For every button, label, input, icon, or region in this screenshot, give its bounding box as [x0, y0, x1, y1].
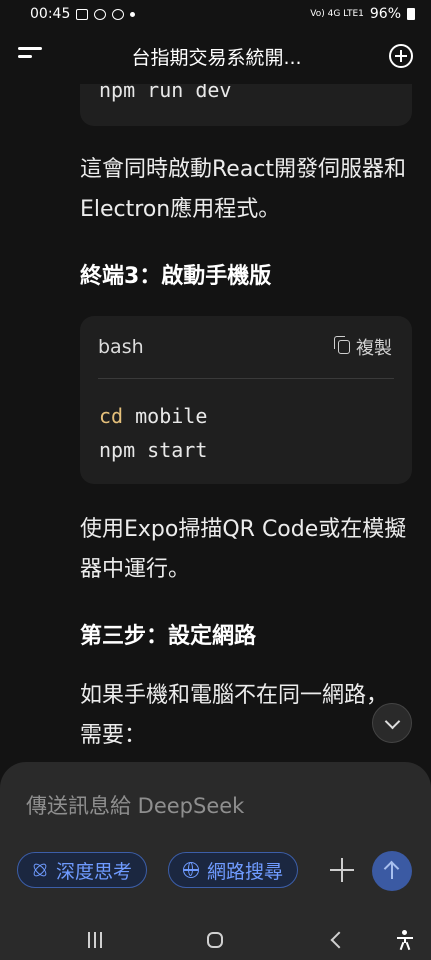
code-language: bash: [98, 336, 144, 358]
recent-apps-icon[interactable]: [86, 928, 104, 952]
section-heading: 第三步：設定網路: [80, 624, 257, 649]
message-input[interactable]: 傳送訊息給 DeepSeek: [26, 790, 244, 820]
battery-percent: 96%: [369, 6, 401, 22]
more-notifications-icon: [130, 11, 136, 17]
web-search-label: 網路搜尋: [207, 860, 284, 883]
attach-plus-icon[interactable]: [330, 858, 354, 882]
back-icon: [330, 931, 348, 949]
app-header: 台指期交易系統開...: [0, 28, 431, 84]
code-line: npm start: [99, 438, 208, 462]
back-button[interactable]: [330, 928, 348, 952]
send-button[interactable]: [372, 851, 412, 891]
code-block-bash: bash 複製 cd mobile npm start: [80, 316, 412, 484]
home-icon: [207, 932, 223, 948]
chevron-down-icon: [384, 713, 400, 729]
accessibility-button[interactable]: [396, 928, 414, 952]
code-argument: mobile: [123, 404, 208, 428]
status-time: 00:45: [30, 6, 71, 22]
deep-think-label: 深度思考: [56, 860, 133, 883]
copy-label: 複製: [356, 338, 392, 359]
web-search-toggle[interactable]: 網路搜尋: [168, 852, 299, 888]
paragraph: 使用Expo掃描QR Code或在模擬器中運行。: [80, 517, 407, 582]
arrow-up-icon: [391, 863, 393, 879]
network-indicator: Vo) 4G LTE1: [310, 8, 364, 19]
status-left: 00:45: [30, 6, 136, 22]
copy-icon: [334, 336, 350, 354]
battery-icon: [407, 8, 415, 20]
accessibility-icon: [396, 930, 414, 951]
facebook-notification-icon: [112, 8, 125, 20]
code-body: cd mobile npm start: [80, 379, 412, 467]
paragraph: 這會同時啟動React開發伺服器和Electron應用程式。: [80, 157, 407, 222]
new-chat-icon[interactable]: [389, 44, 413, 68]
menu-icon[interactable]: [18, 47, 44, 65]
status-bar: 00:45 Vo) 4G LTE1 96%: [0, 0, 431, 28]
atom-icon: [32, 862, 48, 878]
conversation-title: 台指期交易系統開...: [131, 46, 302, 69]
system-nav-bar: [0, 922, 431, 960]
home-button[interactable]: [207, 928, 223, 952]
globe-icon: [183, 862, 199, 878]
copy-button[interactable]: 複製: [334, 334, 392, 360]
code-line: cd mobile: [99, 399, 412, 433]
gallery-notification-icon: [76, 8, 89, 20]
status-right: Vo) 4G LTE1 96%: [310, 6, 415, 22]
threads-notification-icon: [94, 8, 107, 20]
scroll-down-button[interactable]: [372, 703, 412, 743]
section-heading: 終端3：啟動手機版: [80, 264, 272, 289]
deep-think-toggle[interactable]: 深度思考: [17, 852, 148, 888]
paragraph: 如果手機和電腦不在同一網路，需要：: [80, 683, 389, 748]
message-composer: 傳送訊息給 DeepSeek 深度思考 網路搜尋: [0, 762, 431, 922]
code-block-header: bash 複製: [80, 316, 412, 378]
code-keyword: cd: [99, 404, 124, 428]
